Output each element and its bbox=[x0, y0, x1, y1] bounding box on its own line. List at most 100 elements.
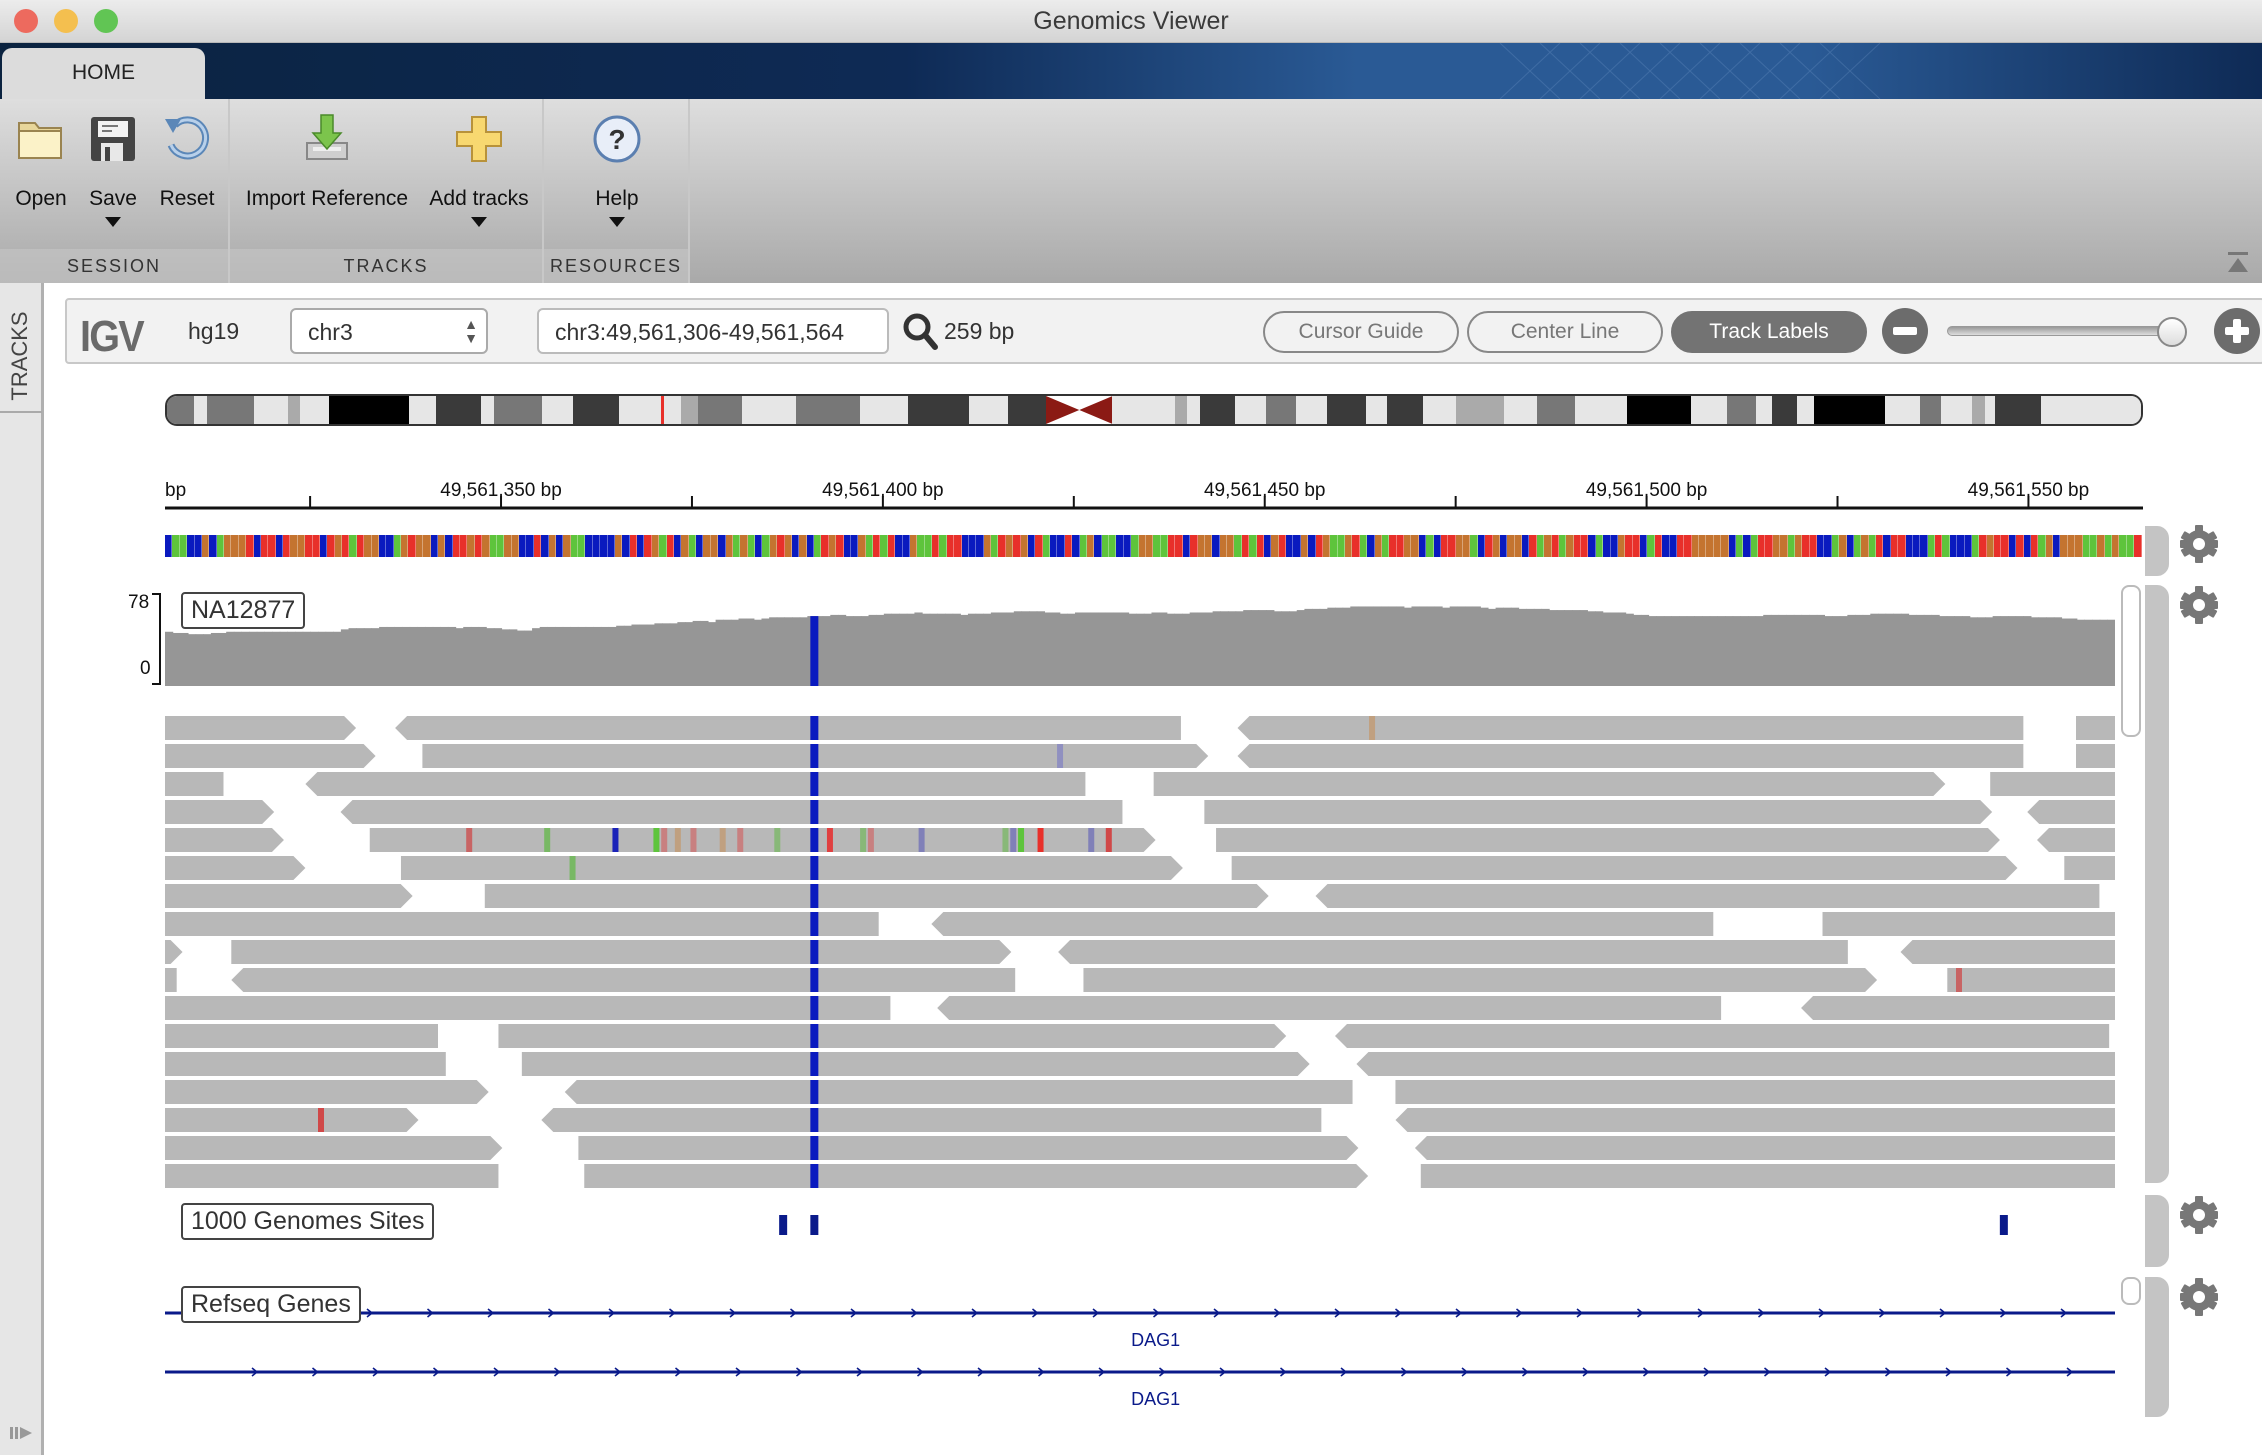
collapse-ribbon-icon[interactable] bbox=[2228, 252, 2248, 276]
gene-track-drag-handle[interactable] bbox=[2145, 1277, 2169, 1417]
tab-home[interactable]: HOME bbox=[2, 48, 205, 100]
variant-track-drag-handle[interactable] bbox=[2145, 1195, 2169, 1267]
aligned-read[interactable] bbox=[340, 800, 1123, 824]
aligned-read[interactable] bbox=[1315, 884, 2100, 908]
aligned-read[interactable] bbox=[165, 884, 413, 908]
alignment-track-drag-handle[interactable] bbox=[2145, 585, 2169, 1183]
aligned-read[interactable] bbox=[1216, 828, 2000, 852]
aligned-read[interactable] bbox=[165, 772, 224, 796]
variant-site[interactable] bbox=[810, 1215, 819, 1235]
aligned-read[interactable] bbox=[1153, 772, 1946, 796]
aligned-read[interactable] bbox=[1801, 996, 2115, 1020]
aligned-read[interactable] bbox=[1058, 940, 1848, 964]
open-button[interactable]: Open bbox=[12, 113, 70, 211]
aligned-read[interactable] bbox=[484, 884, 1269, 908]
aligned-read[interactable] bbox=[231, 968, 1016, 992]
zoom-in-button[interactable] bbox=[2214, 308, 2260, 354]
aligned-read[interactable] bbox=[165, 800, 275, 824]
aligned-read[interactable] bbox=[2027, 800, 2115, 824]
cursor-guide-toggle[interactable]: Cursor Guide bbox=[1263, 311, 1459, 353]
expand-sidebar-icon[interactable] bbox=[10, 1425, 34, 1441]
track-labels-toggle[interactable]: Track Labels bbox=[1671, 311, 1867, 353]
aligned-read[interactable] bbox=[231, 940, 1012, 964]
read-alignments[interactable] bbox=[165, 712, 2115, 1192]
variant-track[interactable] bbox=[165, 1205, 2115, 1255]
aligned-read[interactable] bbox=[165, 716, 357, 740]
window-width-readout: 259 bp bbox=[944, 318, 1015, 344]
aligned-read[interactable] bbox=[165, 856, 306, 880]
aligned-read[interactable] bbox=[1395, 1108, 2115, 1132]
aligned-read[interactable] bbox=[1947, 968, 2115, 992]
read-mismatch bbox=[674, 828, 681, 852]
aligned-read[interactable] bbox=[564, 1080, 1353, 1104]
aligned-read[interactable] bbox=[1414, 1136, 2115, 1160]
aligned-read[interactable] bbox=[1822, 912, 2116, 936]
gene-track-gear-icon[interactable] bbox=[2178, 1276, 2220, 1318]
aligned-read[interactable] bbox=[1204, 800, 1993, 824]
aligned-read[interactable] bbox=[1237, 744, 2024, 768]
search-icon[interactable] bbox=[902, 312, 938, 350]
aligned-read[interactable] bbox=[165, 1024, 438, 1048]
base-G bbox=[224, 535, 232, 557]
aligned-read[interactable] bbox=[937, 996, 1722, 1020]
save-button[interactable]: Save bbox=[84, 113, 142, 227]
aligned-read[interactable] bbox=[165, 744, 376, 768]
aligned-read[interactable] bbox=[400, 856, 1183, 880]
alignment-track-scrollbar[interactable] bbox=[2121, 585, 2141, 737]
aligned-read[interactable] bbox=[165, 828, 284, 852]
aligned-read[interactable] bbox=[165, 912, 879, 936]
alignment-track-gear-icon[interactable] bbox=[2178, 584, 2220, 626]
locus-search-input[interactable]: chr3:49,561,306-49,561,564 bbox=[537, 308, 889, 354]
tracks-sidebar-tab[interactable]: TRACKS bbox=[0, 303, 42, 413]
variant-track-gear-icon[interactable] bbox=[2178, 1194, 2220, 1236]
aligned-read[interactable] bbox=[395, 716, 1181, 740]
aligned-read[interactable] bbox=[2064, 856, 2115, 880]
aligned-read[interactable] bbox=[1356, 1052, 2115, 1076]
aligned-read[interactable] bbox=[165, 996, 891, 1020]
aligned-read[interactable] bbox=[541, 1108, 1322, 1132]
gene-track-scrollbar[interactable] bbox=[2121, 1277, 2141, 1305]
aligned-read[interactable] bbox=[165, 1108, 419, 1132]
aligned-read[interactable] bbox=[165, 1080, 489, 1104]
zoom-out-button[interactable] bbox=[1882, 308, 1928, 354]
add-tracks-button[interactable]: Add tracks bbox=[426, 113, 532, 227]
variant-site[interactable] bbox=[779, 1215, 788, 1235]
coverage-histogram[interactable] bbox=[165, 592, 2115, 686]
coverage-bar bbox=[914, 612, 923, 686]
chromosome-ideogram[interactable] bbox=[165, 394, 2143, 426]
aligned-read[interactable] bbox=[1237, 716, 2024, 740]
aligned-read[interactable] bbox=[2076, 744, 2115, 768]
aligned-read[interactable] bbox=[1900, 940, 2116, 964]
aligned-read[interactable] bbox=[1990, 772, 2115, 796]
aligned-read[interactable] bbox=[165, 968, 177, 992]
aligned-read[interactable] bbox=[2076, 716, 2115, 740]
aligned-read[interactable] bbox=[521, 1052, 1310, 1076]
aligned-read[interactable] bbox=[165, 940, 183, 964]
aligned-read[interactable] bbox=[1083, 968, 1878, 992]
chromosome-select[interactable]: chr3 ▲ ▼ bbox=[290, 308, 488, 354]
aligned-read[interactable] bbox=[1420, 1164, 2115, 1188]
center-line-toggle[interactable]: Center Line bbox=[1467, 311, 1663, 353]
aligned-read[interactable] bbox=[2037, 828, 2115, 852]
zoom-slider-thumb[interactable] bbox=[2156, 317, 2187, 347]
aligned-read[interactable] bbox=[931, 912, 1714, 936]
aligned-read[interactable] bbox=[305, 772, 1086, 796]
zoom-slider-track[interactable] bbox=[1947, 326, 2181, 336]
aligned-read[interactable] bbox=[498, 1024, 1287, 1048]
import-reference-button[interactable]: Import Reference bbox=[244, 113, 410, 211]
help-button[interactable]: ? Help bbox=[584, 113, 650, 227]
aligned-read[interactable] bbox=[1335, 1024, 2110, 1048]
aligned-read[interactable] bbox=[165, 1164, 499, 1188]
aligned-read[interactable] bbox=[584, 1164, 1369, 1188]
aligned-read[interactable] bbox=[165, 1136, 503, 1160]
aligned-read[interactable] bbox=[165, 1052, 446, 1076]
sequence-track-gear-icon[interactable] bbox=[2178, 523, 2220, 565]
coverage-variant-bar[interactable] bbox=[810, 616, 819, 686]
aligned-read[interactable] bbox=[1231, 856, 2018, 880]
variant-site[interactable] bbox=[1999, 1215, 2008, 1235]
cytoband bbox=[329, 396, 409, 424]
sequence-track-drag-handle[interactable] bbox=[2145, 526, 2169, 576]
aligned-read[interactable] bbox=[578, 1136, 1359, 1160]
aligned-read[interactable] bbox=[1395, 1080, 2115, 1104]
reset-button[interactable]: Reset bbox=[156, 113, 218, 211]
